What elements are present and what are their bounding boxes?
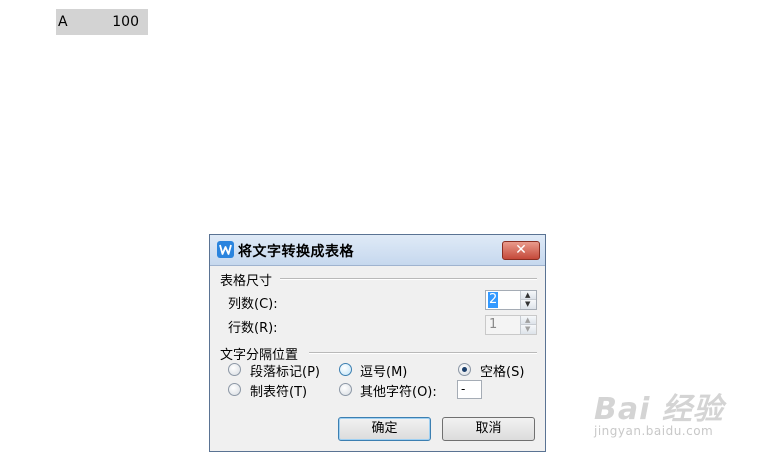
down-arrow-icon: ▼ — [525, 300, 531, 308]
document-cell-label: A — [58, 14, 68, 30]
document-table-row: A 100 — [56, 9, 148, 35]
radio-selected-dot — [462, 367, 467, 372]
paragraph-mark-label[interactable]: 段落标记(P) — [250, 361, 320, 380]
close-button[interactable]: ✕ — [502, 241, 540, 260]
columns-increment-button[interactable]: ▲ — [521, 291, 536, 300]
size-group-title: 表格尺寸 — [220, 270, 276, 289]
columns-stepper[interactable]: 2 ▲ ▼ — [485, 290, 537, 310]
other-char-input[interactable]: - — [457, 380, 482, 399]
paragraph-mark-radio[interactable] — [228, 363, 241, 376]
rows-increment-button: ▲ — [521, 316, 536, 325]
space-label[interactable]: 空格(S) — [480, 361, 524, 380]
baidu-watermark: Bai 经验 jingyan.baidu.com — [594, 384, 744, 444]
comma-label[interactable]: 逗号(M) — [360, 361, 407, 380]
document-cell-value: 100 — [112, 14, 139, 30]
columns-label: 列数(C): — [228, 297, 278, 312]
columns-stepper-arrows: ▲ ▼ — [520, 291, 536, 309]
space-radio[interactable] — [458, 363, 471, 376]
cancel-button[interactable]: 取消 — [442, 417, 535, 441]
dialog-title: 将文字转换成表格 — [238, 244, 354, 260]
separator-group-divider — [309, 352, 537, 354]
columns-value[interactable]: 2 — [488, 292, 499, 308]
dialog-titlebar[interactable]: 将文字转换成表格 ✕ — [210, 235, 545, 266]
tab-radio[interactable] — [228, 383, 241, 396]
down-arrow-icon: ▼ — [525, 325, 531, 333]
rows-stepper: 1 ▲ ▼ — [485, 315, 537, 335]
ok-button[interactable]: 确定 — [338, 417, 431, 441]
rows-stepper-arrows: ▲ ▼ — [520, 316, 536, 334]
rows-decrement-button: ▼ — [521, 325, 536, 334]
convert-text-to-table-dialog: 将文字转换成表格 ✕ 表格尺寸 列数(C): 2 ▲ ▼ 行数(R): 1 ▲ … — [209, 234, 546, 452]
up-arrow-icon: ▲ — [525, 316, 531, 324]
size-group-divider — [280, 278, 537, 280]
wps-app-icon — [217, 241, 234, 258]
tab-label[interactable]: 制表符(T) — [250, 381, 307, 400]
rows-label: 行数(R): — [228, 321, 278, 336]
up-arrow-icon: ▲ — [525, 291, 531, 299]
comma-radio[interactable] — [339, 363, 352, 376]
watermark-logo-text: Bai 经验 — [594, 392, 724, 427]
rows-value: 1 — [489, 317, 498, 332]
other-char-radio[interactable] — [339, 383, 352, 396]
other-char-label[interactable]: 其他字符(O): — [360, 381, 437, 400]
watermark-url: jingyan.baidu.com — [594, 424, 714, 438]
columns-decrement-button[interactable]: ▼ — [521, 300, 536, 309]
close-icon: ✕ — [515, 242, 527, 258]
